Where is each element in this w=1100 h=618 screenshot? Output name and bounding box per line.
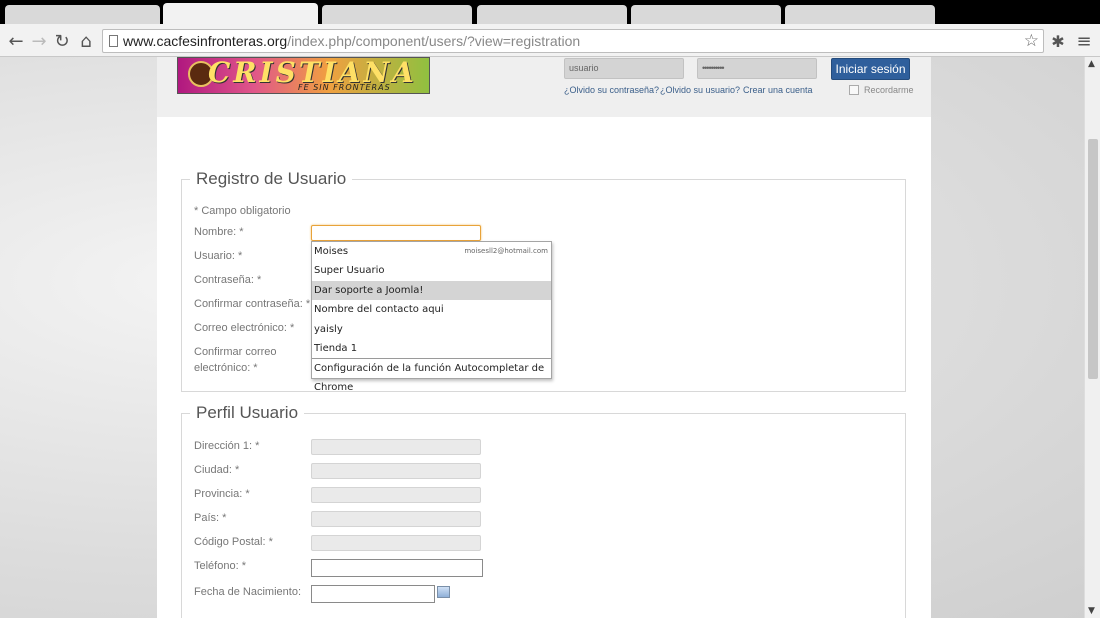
site-logo[interactable]: CRISTIANA FE SIN FRONTERAS	[177, 57, 430, 94]
forward-arrow-icon[interactable]: →	[28, 30, 50, 52]
browser-tab-strip	[0, 0, 1100, 24]
autocomplete-item-selected[interactable]: Dar soporte a Joomla!	[312, 280, 551, 301]
address-label: Dirección 1: *	[194, 440, 260, 452]
autocomplete-item[interactable]: Super Usuario	[312, 261, 551, 280]
city-field[interactable]	[311, 463, 481, 479]
autocomplete-item-label: Dar soporte a Joomla!	[314, 284, 424, 296]
required-note: * Campo obligatorio	[194, 205, 291, 217]
confirm-email-label-line1: Confirmar correo	[194, 346, 277, 358]
birth-date-field[interactable]	[311, 585, 435, 603]
logo-subtitle: FE SIN FRONTERAS	[298, 83, 391, 92]
browser-tab[interactable]	[785, 5, 935, 24]
menu-icon[interactable]: ≡	[1073, 30, 1095, 52]
autocomplete-item[interactable]: Nombre del contacto aqui	[312, 300, 551, 319]
browser-toolbar: ← → ↻ ⌂ www.cacfesinfronteras.org/index.…	[0, 24, 1100, 57]
login-password-input[interactable]: ••••••••••	[697, 58, 817, 79]
remember-me-label: Recordarme	[864, 85, 914, 95]
page-icon	[109, 35, 118, 47]
autocomplete-item-label: Nombre del contacto aqui	[314, 304, 444, 316]
address-field[interactable]	[311, 439, 481, 455]
forgot-password-link[interactable]: ¿Olvido su contraseña?	[564, 85, 659, 95]
autocomplete-dropdown: Moises moisesll2@hotmail.com Super Usuar…	[311, 241, 552, 393]
scroll-down-arrow-icon[interactable]: ▼	[1088, 606, 1095, 616]
confirm-password-label: Confirmar contraseña: *	[194, 298, 311, 310]
browser-tab[interactable]	[322, 5, 472, 24]
login-username-input[interactable]: usuario	[564, 58, 684, 79]
autocomplete-item-label: Moises	[314, 246, 349, 257]
postal-code-label: Código Postal: *	[194, 536, 273, 548]
calendar-icon[interactable]	[437, 586, 450, 598]
bookmark-star-icon[interactable]: ☆	[1024, 30, 1039, 52]
back-arrow-icon[interactable]: ←	[5, 30, 27, 52]
autocomplete-item-label: Super Usuario	[314, 265, 385, 277]
create-account-link[interactable]: Crear una cuenta	[743, 85, 813, 95]
browser-tab[interactable]	[631, 5, 781, 24]
phone-field[interactable]	[311, 559, 483, 577]
autocomplete-item[interactable]: Moises moisesll2@hotmail.com	[312, 242, 551, 261]
site-header: CRISTIANA FE SIN FRONTERAS usuario •••••…	[157, 57, 931, 117]
login-button[interactable]: Iniciar sesión	[831, 58, 910, 80]
confirm-email-label-line2: electrónico: *	[194, 362, 258, 374]
country-field[interactable]	[311, 511, 481, 527]
postal-code-field[interactable]	[311, 535, 481, 551]
home-icon[interactable]: ⌂	[75, 30, 97, 52]
autocomplete-item-email: moisesll2@hotmail.com	[464, 247, 548, 255]
page-viewport: CRISTIANA FE SIN FRONTERAS usuario •••••…	[0, 57, 1084, 618]
extension-icon[interactable]: ✱	[1047, 30, 1069, 52]
autocomplete-item[interactable]: Tienda 1	[312, 339, 551, 358]
password-label: Contraseña: *	[194, 274, 262, 286]
address-bar[interactable]: www.cacfesinfronteras.org/index.php/comp…	[102, 29, 1044, 53]
province-field[interactable]	[311, 487, 481, 503]
page-content: CRISTIANA FE SIN FRONTERAS usuario •••••…	[157, 57, 931, 618]
scrollbar-thumb[interactable]	[1088, 139, 1098, 379]
city-label: Ciudad: *	[194, 464, 240, 476]
autocomplete-item[interactable]: yaisly	[312, 320, 551, 339]
birth-date-label: Fecha de Nacimiento:	[194, 586, 301, 598]
autocomplete-item-label: Tienda 1	[314, 342, 358, 354]
registration-legend: Registro de Usuario	[190, 169, 353, 189]
url-path: /index.php/component/users/?view=registr…	[287, 33, 581, 49]
browser-tab[interactable]	[5, 5, 160, 24]
name-label: Nombre: *	[194, 226, 244, 238]
email-label: Correo electrónico: *	[194, 322, 295, 334]
url-host: www.cacfesinfronteras.org	[123, 33, 288, 49]
phone-label: Teléfono: *	[194, 560, 246, 572]
username-label: Usuario: *	[194, 250, 243, 262]
forgot-username-link[interactable]: ¿Olvido su usuario?	[660, 85, 740, 95]
name-field[interactable]	[311, 225, 481, 241]
reload-icon[interactable]: ↻	[51, 30, 73, 52]
scroll-up-arrow-icon[interactable]: ▲	[1088, 59, 1095, 69]
autocomplete-settings-link[interactable]: Configuración de la función Autocompleta…	[312, 359, 551, 393]
province-label: Provincia: *	[194, 488, 250, 500]
profile-legend: Perfil Usuario	[190, 403, 305, 423]
browser-tab-active[interactable]	[163, 3, 318, 24]
remember-me-checkbox[interactable]	[849, 85, 859, 95]
autocomplete-item-label: yaisly	[314, 323, 343, 335]
page-scrollbar[interactable]: ▲ ▼	[1084, 57, 1100, 618]
browser-tab[interactable]	[477, 5, 627, 24]
country-label: País: *	[194, 512, 227, 524]
